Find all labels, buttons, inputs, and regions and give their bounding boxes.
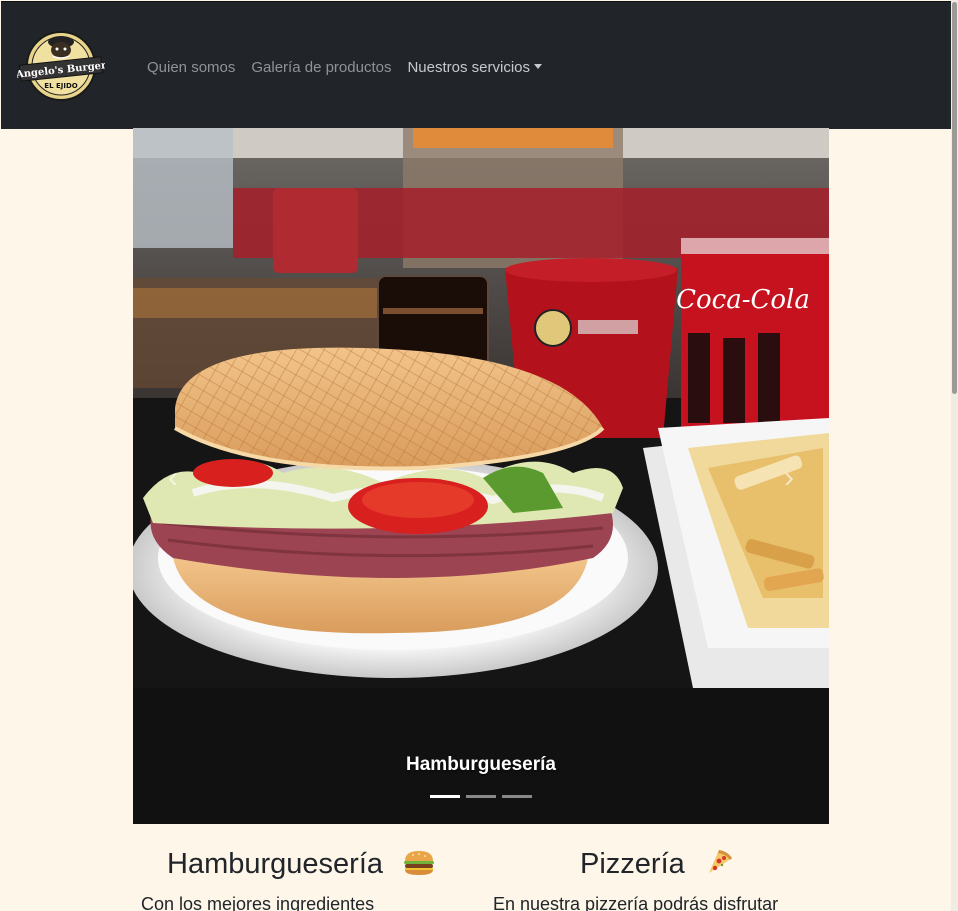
service-heading-pizzeria: Pizzería [580, 846, 735, 882]
can-label: Coca-Cola [676, 285, 810, 315]
nav-menu: Quien somos Galería de productos Nuestro… [147, 58, 543, 78]
logo-line2: EL EJIDO [44, 82, 77, 90]
brand-logo[interactable]: Angelo's Burger EL EJIDO [17, 28, 105, 102]
service-text-pizzeria: En nuestra pizzería podrás disfrutar [493, 894, 779, 911]
hamburger-icon [404, 851, 435, 875]
service-text-hamburgueseria: Con los mejores ingredientes [141, 894, 375, 911]
page: Angelo's Burger EL EJIDO Quien somos Gal… [0, 0, 958, 911]
navbar: Angelo's Burger EL EJIDO Quien somos Gal… [1, 1, 951, 129]
nav-link-quien-somos[interactable]: Quien somos [147, 58, 235, 78]
service-heading-hamburgueseria: Hamburguesería [167, 846, 435, 882]
hero-carousel: Coca-Cola ‹ › Hamburguesería [133, 128, 829, 824]
carousel-indicator-2[interactable] [466, 795, 496, 798]
scrollbar[interactable] [951, 0, 958, 911]
carousel-indicators [133, 795, 829, 798]
carousel-next-button[interactable]: › [779, 458, 799, 498]
pizza-icon [708, 850, 732, 873]
nav-dropdown-servicios[interactable]: Nuestros servicios [407, 58, 543, 78]
slide-caption: Hamburguesería [406, 754, 556, 775]
nav-dropdown-servicios-label: Nuestros servicios [407, 59, 531, 76]
caret-down-icon [534, 64, 543, 69]
carousel-indicator-1[interactable] [430, 795, 460, 798]
slide-image: Coca-Cola [133, 128, 829, 824]
carousel-indicator-3[interactable] [502, 795, 532, 798]
carousel-prev-button[interactable]: ‹ [163, 458, 183, 498]
scrollbar-thumb[interactable] [952, 2, 957, 394]
service-title: Pizzería [580, 848, 685, 880]
nav-link-galeria[interactable]: Galería de productos [251, 58, 391, 78]
service-title: Hamburguesería [167, 848, 383, 880]
